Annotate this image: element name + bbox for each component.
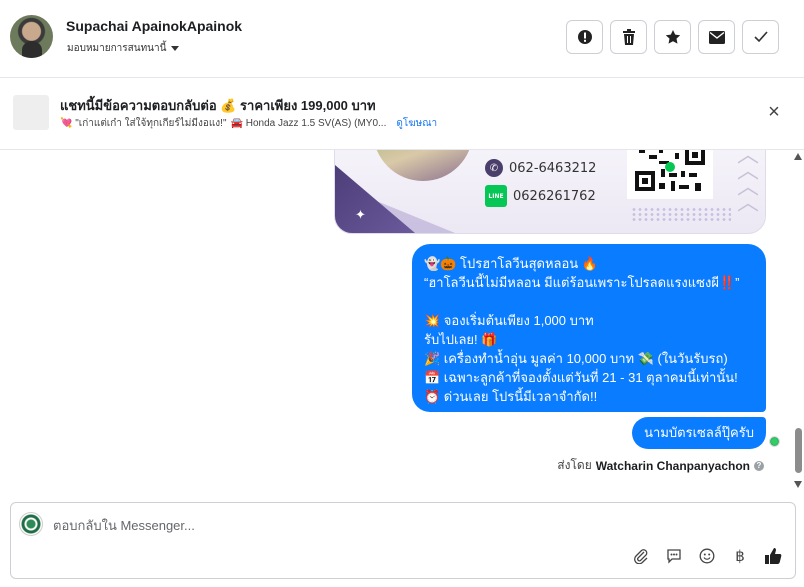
star-icon	[665, 30, 680, 44]
card-photo	[373, 150, 473, 181]
header-actions	[566, 20, 779, 54]
avatar[interactable]	[10, 15, 53, 58]
card-line-id: 0626261762	[513, 188, 596, 204]
payment-button[interactable]: ฿	[730, 546, 750, 566]
assign-conversation-dropdown[interactable]: มอบหมายการสนทนานี้	[67, 41, 180, 56]
sent-by-prefix: ส่งโดย	[557, 458, 592, 472]
emoji-button[interactable]	[697, 546, 717, 566]
message-line: ⏰ ด่วนเลย โปรนี้มีเวลาจำกัด!!	[424, 389, 598, 404]
outgoing-message[interactable]: 👻🎃 โปรฮาโลวีนสุดหลอน 🔥 “ฮาโลวีนนี้ไม่มีห…	[412, 244, 766, 412]
like-button[interactable]	[763, 546, 783, 566]
assign-label: มอบหมายการสนทนานี้	[67, 43, 167, 54]
qr-code	[627, 150, 713, 199]
ad-subtitle: 💘 "เก่าแต่เก๋า ใส่ใจ้ทุกเกียร์ไม่มีงอแง!…	[60, 116, 437, 131]
thumbs-up-icon	[765, 548, 782, 564]
sender-name[interactable]: Watcharin Chanpanyachon	[596, 459, 750, 473]
line-icon: LINE	[485, 185, 507, 207]
baht-icon: ฿	[735, 547, 745, 565]
info-icon[interactable]: ?	[754, 460, 764, 471]
sent-by-label: ส่งโดย Watcharin Chanpanyachon ?	[557, 456, 764, 475]
mark-unread-button[interactable]	[698, 20, 735, 54]
saved-reply-button[interactable]	[664, 546, 684, 566]
emoji-icon	[699, 548, 715, 564]
mark-spam-button[interactable]	[566, 20, 603, 54]
seen-avatar	[769, 436, 780, 447]
check-icon	[753, 31, 768, 43]
message-line: 🎉 เครื่องทำน้ำอุ่น มูลค่า 10,000 บาท 💸 (…	[424, 351, 728, 366]
saved-reply-icon	[667, 549, 681, 564]
ad-context-banner: แชทนี้มีข้อความตอบกลับต่อ 💰 ราคาเพียง 19…	[0, 79, 804, 150]
ad-car: 🚘 Honda Jazz 1.5 SV(AS) (MY0...	[230, 118, 387, 129]
view-ad-link[interactable]: ดูโฆษณา	[396, 116, 437, 131]
sparkle-icon: ✦	[355, 207, 366, 222]
message-line: “ฮาโลวีนนี้ไม่มีหลอน มีแต่ร้อนเพราะโปรลด…	[424, 275, 740, 290]
ad-quote: 💘 "เก่าแต่เก๋า ใส่ใจ้ทุกเกียร์ไม่มีงอแง!…	[60, 118, 227, 129]
paperclip-icon	[634, 549, 648, 564]
trash-icon	[622, 29, 635, 45]
phone-icon: ✆	[485, 159, 503, 177]
mark-done-button[interactable]	[742, 20, 779, 54]
chevron-decor: ︿︿︿︿︿	[736, 150, 759, 215]
attach-button[interactable]	[631, 546, 651, 566]
close-icon[interactable]: ×	[766, 102, 782, 122]
message-line: 📅 เฉพาะลูกค้าที่จองตั้งแต่วันที่ 21 - 31…	[424, 370, 738, 385]
card-phone: 062-6463212	[509, 160, 597, 176]
conversation-header: Supachai ApainokApainok มอบหมายการสนทนาน…	[0, 0, 804, 78]
message-line: 👻🎃 โปรฮาโลวีนสุดหลอน 🔥	[424, 256, 598, 271]
business-card-image[interactable]: ✦ ✆ 062-6463212 LINE 0626261762 ︿︿︿︿︿	[334, 150, 766, 234]
scroll-down-icon[interactable]	[794, 481, 802, 488]
qr-code-icon	[635, 150, 705, 193]
scroll-up-icon[interactable]	[794, 153, 802, 160]
message-line: รับไปเลย! 🎁	[424, 332, 498, 347]
ad-title: แชทนี้มีข้อความตอบกลับต่อ 💰 ราคาเพียง 19…	[60, 98, 376, 113]
page-avatar	[19, 512, 43, 536]
scrollbar-thumb[interactable]	[795, 428, 802, 473]
reply-composer: ฿	[10, 502, 796, 579]
message-thread: ✦ ✆ 062-6463212 LINE 0626261762 ︿︿︿︿︿	[0, 150, 804, 495]
dot-pattern	[631, 207, 731, 221]
caret-down-icon	[171, 46, 180, 51]
star-button[interactable]	[654, 20, 691, 54]
reply-input[interactable]	[53, 516, 553, 534]
ad-thumbnail[interactable]	[13, 95, 49, 130]
composer-tools: ฿	[631, 546, 783, 566]
delete-button[interactable]	[610, 20, 647, 54]
contact-name[interactable]: Supachai ApainokApainok	[66, 18, 242, 34]
card-line-row: LINE 0626261762	[485, 185, 596, 207]
card-phone-row: ✆ 062-6463212	[485, 159, 596, 177]
message-line: 💥 จองเริ่มต้นเพียง 1,000 บาท	[424, 313, 594, 328]
alert-icon	[577, 30, 592, 44]
outgoing-message[interactable]: นามบัตรเซลล์ปุ๊ครับ	[632, 417, 766, 449]
scrollbar[interactable]	[794, 153, 803, 488]
envelope-icon	[708, 30, 725, 44]
